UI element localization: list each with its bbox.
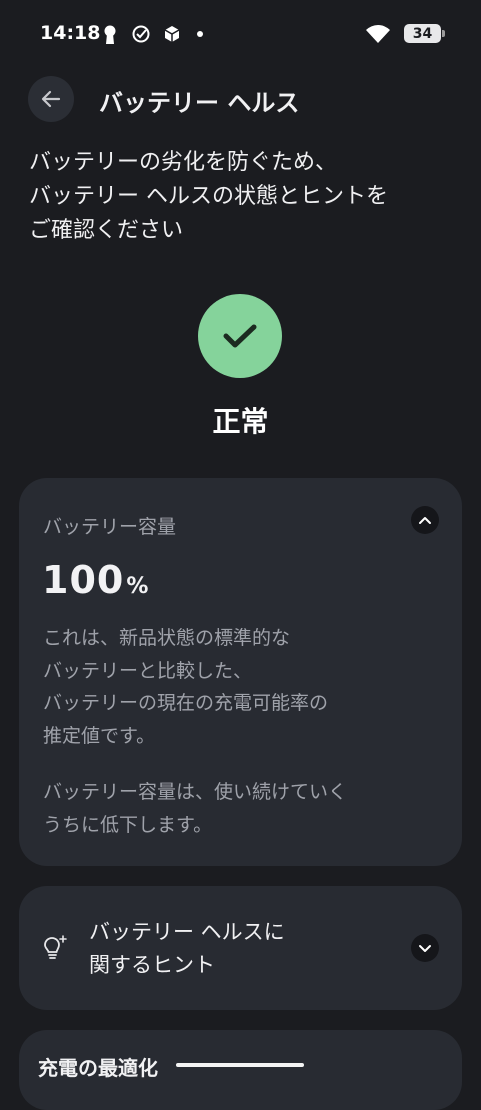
chevron-down-icon (419, 945, 431, 952)
tips-title-line: 関するヒント (89, 953, 215, 977)
home-indicator[interactable] (176, 1063, 304, 1067)
battery-icon: 34 (404, 24, 445, 43)
battery-tips-card[interactable]: バッテリー ヘルスに 関するヒント (19, 886, 462, 1010)
page-title: バッテリー ヘルス (99, 89, 300, 117)
health-status-label: 正常 (212, 405, 269, 438)
check-circle-icon (132, 25, 150, 43)
capacity-title: バッテリー容量 (43, 516, 177, 538)
checkmark-icon (223, 324, 257, 348)
description-line: 推定値です。 (43, 724, 156, 747)
capacity-unit: % (126, 574, 150, 599)
charge-optimization-card[interactable]: 充電の最適化 (19, 1030, 462, 1110)
chevron-up-icon (419, 517, 431, 524)
wifi-icon (366, 25, 390, 43)
note-line: バッテリー容量は、使い続けていく (43, 781, 348, 803)
arrow-left-icon (41, 90, 61, 108)
health-status-check-icon (198, 294, 282, 378)
lightbulb-icon (44, 935, 67, 959)
description-line: バッテリーの現在の充電可能率の (43, 692, 329, 714)
intro-text: バッテリーの劣化を防ぐため、 バッテリー ヘルスの状態とヒントを ご確認ください (29, 146, 459, 248)
description-line: これは、新品状態の標準的な (43, 627, 291, 649)
capacity-number: 100 (42, 558, 125, 602)
tips-title-line: バッテリー ヘルスに (89, 920, 285, 944)
note-line: うちに低下します。 (43, 813, 213, 836)
collapse-button[interactable] (411, 506, 439, 534)
expand-button[interactable] (411, 934, 439, 962)
status-time: 14:18 (40, 22, 101, 44)
capacity-description: これは、新品状態の標準的な バッテリーと比較した、 バッテリーの現在の充電可能率… (43, 622, 443, 752)
battery-level: 34 (412, 25, 433, 42)
capacity-note: バッテリー容量は、使い続けていく うちに低下します。 (43, 776, 443, 841)
description-line: バッテリーと比較した、 (43, 659, 253, 682)
capacity-value: 100% (42, 558, 149, 602)
intro-line: ご確認ください (29, 218, 184, 243)
top-app-bar: バッテリー ヘルス (0, 76, 481, 124)
status-bar: 14:18 34 (0, 0, 481, 68)
back-button[interactable] (28, 76, 74, 122)
tips-title: バッテリー ヘルスに 関するヒント (89, 916, 285, 982)
charge-title: 充電の最適化 (38, 1056, 158, 1080)
cube-icon (164, 26, 180, 42)
keyhole-icon (104, 25, 116, 44)
battery-capacity-card: バッテリー容量 100% これは、新品状態の標準的な バッテリーと比較した、 バ… (19, 478, 462, 866)
dot-icon (197, 31, 203, 37)
intro-line: バッテリーの劣化を防ぐため、 (29, 150, 338, 175)
intro-line: バッテリー ヘルスの状態とヒントを (29, 184, 388, 209)
